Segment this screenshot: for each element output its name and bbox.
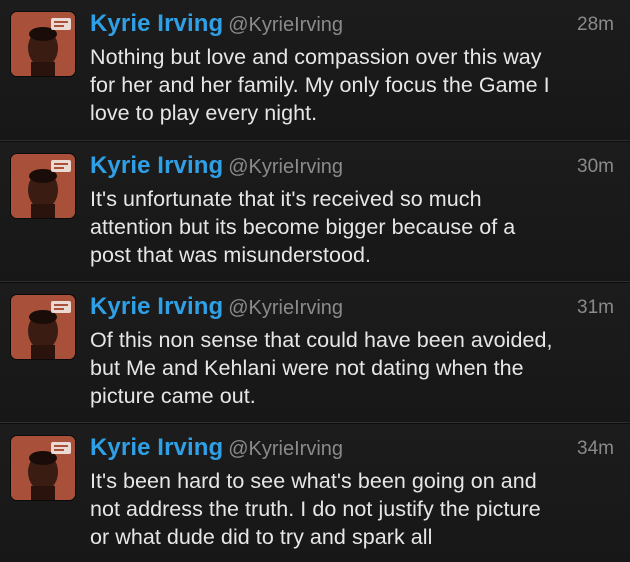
person-icon bbox=[11, 295, 75, 359]
tweet-text: Of this non sense that could have been a… bbox=[90, 326, 616, 410]
user-avatar[interactable] bbox=[11, 436, 75, 500]
tweet-item[interactable]: Kyrie Irving @KyrieIrving 30m It's unfort… bbox=[0, 141, 630, 282]
timestamp: 31m bbox=[577, 297, 614, 318]
timestamp: 28m bbox=[577, 14, 614, 35]
author-handle[interactable]: @KyrieIrving bbox=[228, 297, 343, 319]
person-icon bbox=[11, 436, 75, 500]
tweet-text-line: or what dude did to try and spark all bbox=[90, 525, 433, 549]
person-icon bbox=[11, 154, 75, 218]
author-handle[interactable]: @KyrieIrving bbox=[228, 156, 343, 178]
tweet-item[interactable]: Kyrie Irving @KyrieIrving 31m Of this non… bbox=[0, 282, 630, 423]
timestamp: 34m bbox=[577, 438, 614, 459]
tweet-text: It's been hard to see what's been going … bbox=[90, 467, 616, 551]
tweet-text-line: love to play every night. bbox=[90, 101, 318, 125]
tweet-item[interactable]: Kyrie Irving @KyrieIrving 28m Nothing but… bbox=[0, 0, 630, 141]
tweet-text-line: attention but its become bigger because … bbox=[90, 215, 516, 239]
tweet-timeline: Kyrie Irving @KyrieIrving 28m Nothing but… bbox=[0, 0, 630, 562]
user-avatar[interactable] bbox=[11, 12, 75, 76]
tweet-text-line: picture came out. bbox=[90, 384, 256, 408]
user-avatar[interactable] bbox=[11, 295, 75, 359]
author-handle[interactable]: @KyrieIrving bbox=[228, 14, 343, 36]
user-avatar[interactable] bbox=[11, 154, 75, 218]
tweet-item[interactable]: Kyrie Irving @KyrieIrving 34m It's been h… bbox=[0, 423, 630, 562]
tweet-header: Kyrie Irving @KyrieIrving 34m bbox=[90, 434, 614, 468]
tweet-text-line: Nothing but love and compassion over thi… bbox=[90, 45, 542, 69]
tweet-text-line: It's unfortunate that it's received so m… bbox=[90, 187, 482, 211]
tweet-text-line: Of this non sense that could have been a… bbox=[90, 328, 553, 352]
tweet-text-line: post that was misunderstood. bbox=[90, 243, 372, 267]
person-icon bbox=[11, 12, 75, 76]
timestamp: 30m bbox=[577, 156, 614, 177]
tweet-text: Nothing but love and compassion over thi… bbox=[90, 43, 616, 127]
tweet-text-line: not address the truth. I do not justify … bbox=[90, 497, 541, 521]
tweet-text: It's unfortunate that it's received so m… bbox=[90, 185, 616, 269]
author-handle[interactable]: @KyrieIrving bbox=[228, 438, 343, 460]
tweet-text-line: It's been hard to see what's been going … bbox=[90, 469, 537, 493]
author-name[interactable]: Kyrie Irving bbox=[90, 10, 223, 37]
tweet-header: Kyrie Irving @KyrieIrving 31m bbox=[90, 293, 614, 327]
author-name[interactable]: Kyrie Irving bbox=[90, 434, 223, 461]
tweet-text-line: but Me and Kehlani were not dating when … bbox=[90, 356, 524, 380]
author-name[interactable]: Kyrie Irving bbox=[90, 293, 223, 320]
tweet-text-line: for her and her family. My only focus th… bbox=[90, 73, 550, 97]
tweet-header: Kyrie Irving @KyrieIrving 30m bbox=[90, 152, 614, 186]
tweet-header: Kyrie Irving @KyrieIrving 28m bbox=[90, 10, 614, 44]
author-name[interactable]: Kyrie Irving bbox=[90, 152, 223, 179]
